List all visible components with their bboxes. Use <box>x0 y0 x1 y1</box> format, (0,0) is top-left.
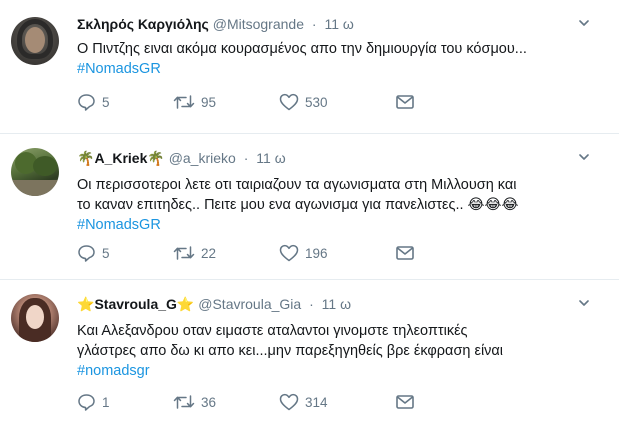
display-name[interactable]: Σκληρός Καργιόλης <box>77 16 209 32</box>
heart-icon <box>279 393 299 411</box>
user-handle[interactable]: @Mitsogrande <box>213 16 304 32</box>
retweet-count: 22 <box>201 245 217 261</box>
display-name[interactable]: Stavroula_G <box>94 296 176 312</box>
like-count: 196 <box>305 245 328 261</box>
retweet-button[interactable]: 95 <box>173 92 216 112</box>
chevron-down-icon[interactable] <box>579 298 589 308</box>
tweet-header: ⭐Stavroula_G⭐ @Stavroula_Gia · 11 ω <box>77 294 351 314</box>
star-icon: ⭐ <box>176 296 195 312</box>
reply-count: 5 <box>102 94 110 110</box>
avatar[interactable] <box>11 294 59 342</box>
tweet-header: 🌴A_Kriek🌴 @a_krieko · 11 ω <box>77 148 286 168</box>
tweet-header: Σκληρός Καργιόλης @Mitsogrande · 11 ω <box>77 14 354 34</box>
tweet-text: Ο Πιντζης ειναι ακόμα κουρασμένος απο τη… <box>77 39 602 79</box>
reply-icon <box>78 94 95 111</box>
heart-icon <box>279 244 299 262</box>
like-button[interactable]: 196 <box>279 243 328 263</box>
hashtag-link[interactable]: #nomadsgr <box>77 361 602 381</box>
envelope-icon <box>396 395 414 409</box>
tweet-text-line: Οι περισσοτεροι λετε οτι ταιριαζουν τα α… <box>77 177 517 193</box>
timestamp[interactable]: 11 ω <box>322 296 351 312</box>
retweet-icon <box>173 395 195 409</box>
retweet-icon <box>173 95 195 109</box>
hashtag-link[interactable]: #NomadsGR <box>77 59 602 79</box>
reply-icon <box>78 245 95 262</box>
reply-count: 5 <box>102 245 110 261</box>
palm-tree-icon: 🌴 <box>147 150 165 166</box>
reply-button[interactable]: 1 <box>77 392 110 412</box>
retweet-count: 95 <box>201 94 217 110</box>
like-count: 314 <box>305 394 328 410</box>
heart-icon <box>279 93 299 111</box>
retweet-count: 36 <box>201 394 217 410</box>
retweet-button[interactable]: 36 <box>173 392 216 412</box>
tweet-text-line: Ο Πιντζης ειναι ακόμα κουρασμένος απο τη… <box>77 41 527 57</box>
tweet[interactable]: 🌴A_Kriek🌴 @a_krieko · 11 ω Οι περισσοτερ… <box>0 134 619 280</box>
tweet-actions: 5 95 530 <box>77 92 537 112</box>
envelope-icon <box>396 95 414 109</box>
display-name[interactable]: A_Kriek <box>94 150 147 166</box>
reply-icon <box>78 394 95 411</box>
timestamp[interactable]: 11 ω <box>324 16 353 32</box>
like-button[interactable]: 530 <box>279 92 328 112</box>
separator-dot: · <box>243 150 249 166</box>
palm-tree-icon: 🌴 <box>77 150 95 166</box>
separator-dot: · <box>309 296 314 312</box>
direct-message-button[interactable] <box>395 392 415 412</box>
user-handle[interactable]: @Stavroula_Gia <box>198 296 301 312</box>
envelope-icon <box>396 246 414 260</box>
direct-message-button[interactable] <box>395 92 415 112</box>
tweet-actions: 1 36 314 <box>77 392 537 412</box>
avatar[interactable] <box>11 148 59 196</box>
tweet-text-line: γλάστρες απο δω κι απο κει...μην παρεξηγ… <box>77 343 504 359</box>
timestamp[interactable]: 11 ω <box>256 150 285 166</box>
tweet-text: Και Αλεξανδρου οταν ειμαστε αταλαντοι γι… <box>77 321 602 381</box>
like-button[interactable]: 314 <box>279 392 328 412</box>
hashtag-link[interactable]: #NomadsGR <box>77 215 602 235</box>
reply-count: 1 <box>102 394 110 410</box>
like-count: 530 <box>305 94 328 110</box>
tweet-text-line: Και Αλεξανδρου οταν ειμαστε αταλαντοι γι… <box>77 323 468 339</box>
tweet-text: Οι περισσοτεροι λετε οτι ταιριαζουν τα α… <box>77 175 602 235</box>
tweet-actions: 5 22 196 <box>77 243 537 263</box>
retweet-icon <box>173 246 195 260</box>
avatar[interactable] <box>11 17 59 65</box>
chevron-down-icon[interactable] <box>579 18 589 28</box>
reply-button[interactable]: 5 <box>77 92 110 112</box>
chevron-down-icon[interactable] <box>579 152 589 162</box>
user-handle[interactable]: @a_krieko <box>169 150 236 166</box>
reply-button[interactable]: 5 <box>77 243 110 263</box>
tweet[interactable]: ⭐Stavroula_G⭐ @Stavroula_Gia · 11 ω Και … <box>0 280 619 434</box>
star-icon: ⭐ <box>77 296 95 312</box>
tweet[interactable]: Σκληρός Καργιόλης @Mitsogrande · 11 ω Ο … <box>0 0 619 134</box>
tweet-text-line: το καναν επιτηδες.. Πειτε μου ενα αγωνισ… <box>77 197 519 213</box>
retweet-button[interactable]: 22 <box>173 243 216 263</box>
direct-message-button[interactable] <box>395 243 415 263</box>
separator-dot: · <box>311 16 317 32</box>
